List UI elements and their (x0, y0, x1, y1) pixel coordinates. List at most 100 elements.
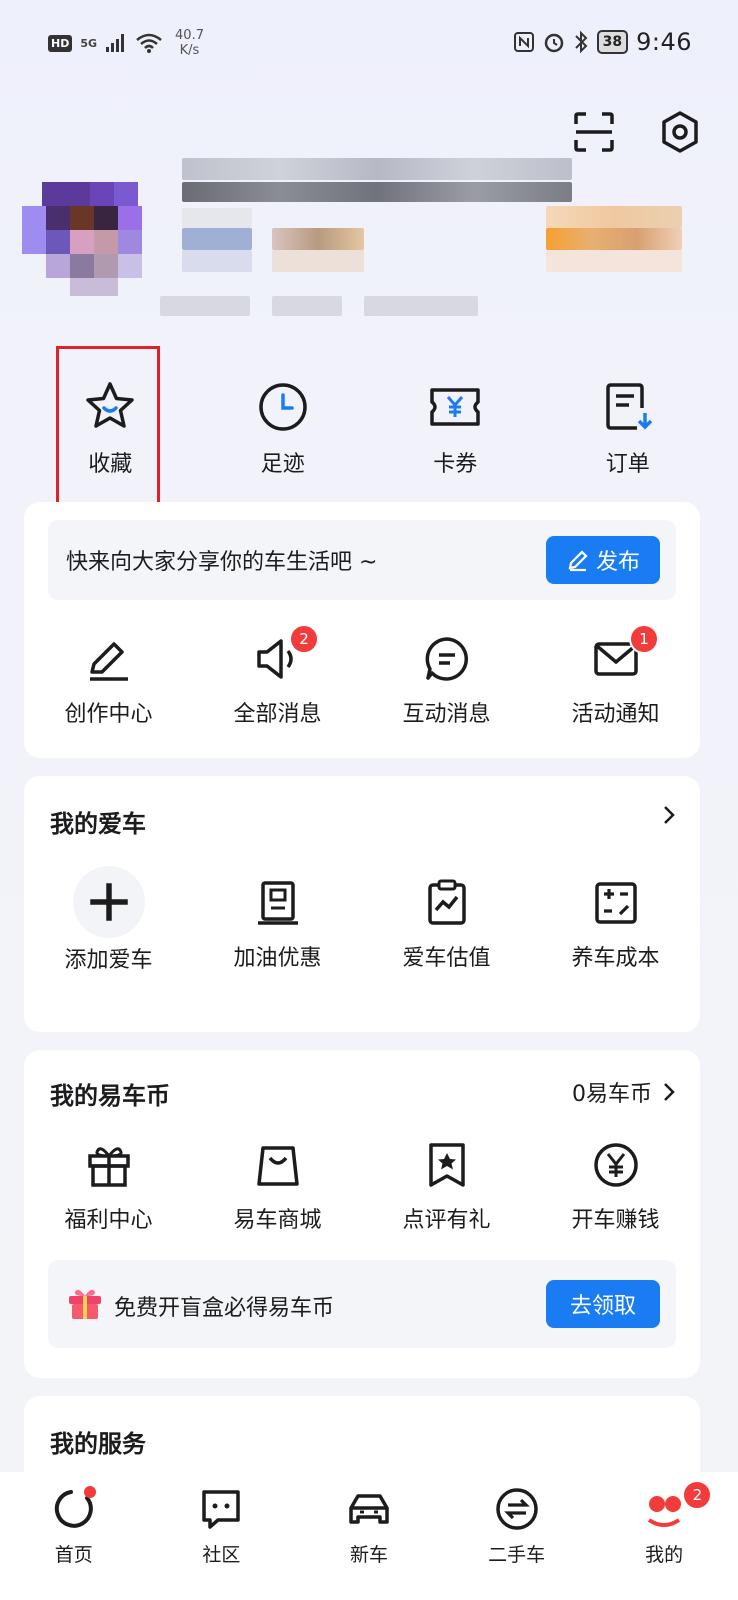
message-item-creator-center[interactable]: 创作中心 (24, 634, 193, 728)
coin-item-label: 点评有礼 (402, 1208, 491, 1233)
services-title: 我的服务 (50, 1430, 146, 1458)
car-item-valuation[interactable]: 爱车估值 (362, 878, 531, 974)
quick-label: 足迹 (260, 452, 305, 477)
network-speed: 40.7 K/s (175, 28, 204, 58)
coins-card: 我的易车币 0易车币 福利中心 易车商城 点评有礼 开车赚钱 免费开盲盒必得易车… (24, 1050, 700, 1378)
gift-box-icon (69, 1289, 101, 1319)
nav-mine[interactable]: 2 我的 (590, 1472, 738, 1600)
plus-icon (89, 883, 128, 921)
nav-home-dot (84, 1486, 96, 1498)
message-label: 互动消息 (402, 702, 491, 727)
coins-title: 我的易车币 (50, 1082, 170, 1110)
nfc-icon (513, 32, 534, 52)
car-icon (349, 1494, 389, 1524)
coupon-icon (430, 388, 480, 426)
coin-item-label: 福利中心 (64, 1208, 153, 1233)
claim-button[interactable]: 去领取 (546, 1280, 660, 1328)
coin-item-label: 易车商城 (233, 1208, 322, 1233)
add-car-circle (72, 866, 145, 938)
profile-icon (648, 1496, 682, 1527)
my-car-title: 我的爱车 (50, 810, 146, 838)
my-car-more[interactable] (662, 804, 676, 826)
car-item-fuel[interactable]: 加油优惠 (193, 878, 362, 974)
quick-item-history[interactable]: 足迹 (197, 380, 370, 478)
settings-icon[interactable] (658, 110, 702, 154)
unread-badge: 1 (629, 624, 659, 654)
nav-label: 新车 (349, 1544, 388, 1566)
publish-label: 发布 (595, 550, 640, 575)
hd-badge: HD (48, 34, 73, 52)
avatar[interactable] (22, 158, 162, 298)
share-prompt-text: 快来向大家分享你的车生活吧 ~ (66, 550, 378, 575)
nav-label: 我的 (645, 1544, 684, 1566)
publish-button[interactable]: 发布 (546, 536, 660, 584)
message-item-all[interactable]: 2 全部消息 (193, 624, 362, 728)
message-label: 创作中心 (64, 702, 153, 727)
status-right: 38 9:46 (513, 28, 692, 56)
share-prompt-box[interactable]: 快来向大家分享你的车生活吧 ~ 发布 (48, 520, 676, 600)
scan-icon[interactable] (572, 110, 616, 154)
community-chat-icon (202, 1490, 241, 1529)
valuation-chart-icon (427, 879, 466, 925)
nav-label: 二手车 (488, 1544, 546, 1566)
car-item-cost[interactable]: 养车成本 (531, 878, 700, 974)
status-bar: HD 5G 40.7 K/s 38 9:46 (0, 0, 738, 90)
nav-new-car[interactable]: 新车 (295, 1472, 443, 1600)
my-car-card: 我的爱车 添加爱车 加油优惠 爱车估值 养车成本 (24, 776, 700, 1032)
bottom-nav: 首页 社区 新车 二手车 2 我的 (0, 1472, 738, 1600)
car-item-label: 养车成本 (571, 946, 660, 971)
header-actions (572, 110, 702, 154)
coin-item-welfare[interactable]: 福利中心 (24, 1140, 193, 1234)
coins-grid: 福利中心 易车商城 点评有礼 开车赚钱 (24, 1140, 700, 1234)
coins-balance-link[interactable]: 0易车币 (572, 1076, 676, 1108)
coin-item-earn[interactable]: 开车赚钱 (531, 1140, 700, 1234)
speed-value: 40.7 (175, 28, 204, 43)
alarm-icon (544, 33, 563, 53)
unread-badge: 2 (289, 624, 319, 654)
coins-balance: 0易车币 (572, 1082, 652, 1107)
my-car-grid: 添加爱车 加油优惠 爱车估值 养车成本 (24, 866, 700, 974)
highlight-annotation (56, 346, 160, 516)
quick-item-coupons[interactable]: 卡券 (369, 380, 542, 478)
bookmark-star-icon (428, 1143, 465, 1187)
nav-label: 首页 (54, 1544, 93, 1566)
promo-text: 免费开盲盒必得易车币 (114, 1296, 335, 1321)
speed-unit: K/s (179, 43, 200, 58)
gift-icon (87, 1147, 130, 1187)
quick-label: 订单 (605, 452, 650, 477)
nav-home[interactable]: 首页 (0, 1472, 148, 1600)
exchange-icon (495, 1488, 538, 1530)
car-item-label: 加油优惠 (233, 946, 322, 971)
signal-icon (106, 34, 125, 52)
nav-label: 社区 (202, 1544, 241, 1566)
chat-bubble-icon (425, 637, 468, 681)
coin-item-review[interactable]: 点评有礼 (362, 1140, 531, 1234)
pen-icon (89, 642, 128, 681)
nav-community[interactable]: 社区 (148, 1472, 296, 1600)
messages-card: 快来向大家分享你的车生活吧 ~ 发布 创作中心 2 全部消息 互动消息 1 活动… (24, 502, 700, 758)
shopping-bag-icon (256, 1146, 299, 1186)
coin-item-label: 开车赚钱 (571, 1208, 660, 1233)
message-item-activity[interactable]: 1 活动通知 (531, 624, 700, 728)
chevron-right-icon (664, 1083, 675, 1101)
nav-mine-badge: 2 (682, 1480, 713, 1510)
chevron-right-icon (664, 806, 675, 824)
blind-box-promo[interactable]: 免费开盲盒必得易车币 去领取 (48, 1260, 676, 1348)
fuel-pump-icon (257, 881, 298, 925)
edit-icon (568, 550, 588, 572)
coin-item-mall[interactable]: 易车商城 (193, 1140, 362, 1234)
clock-icon (259, 383, 307, 431)
message-item-interaction[interactable]: 互动消息 (362, 634, 531, 728)
car-item-label: 爱车估值 (402, 946, 491, 971)
car-item-add[interactable]: 添加爱车 (24, 866, 193, 974)
nav-used-car[interactable]: 二手车 (443, 1472, 591, 1600)
wifi-icon (136, 33, 162, 53)
quick-item-orders[interactable]: 订单 (542, 380, 715, 478)
order-icon (606, 383, 652, 430)
network-label: 5G (80, 36, 98, 50)
yen-coin-icon (593, 1143, 638, 1187)
bluetooth-icon (574, 30, 588, 54)
message-label: 活动通知 (571, 702, 660, 727)
quick-label: 卡券 (433, 452, 478, 477)
calculator-icon (594, 882, 637, 924)
